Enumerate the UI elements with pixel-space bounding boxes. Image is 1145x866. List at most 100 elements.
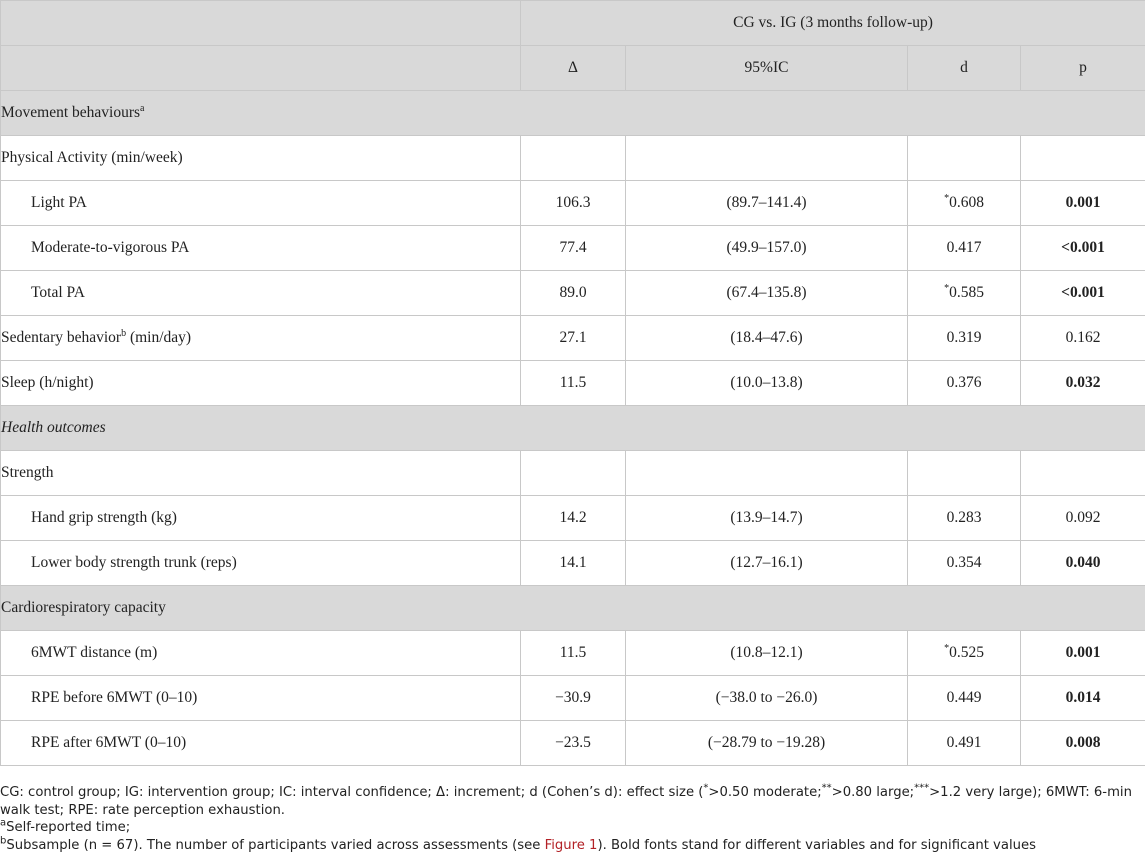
cell-d-value: 0.376 xyxy=(946,374,982,391)
cell-delta: 11.5 xyxy=(520,360,626,406)
cell-d: 0.354 xyxy=(907,540,1021,586)
header-row-group: CG vs. IG (3 months follow-up) xyxy=(0,0,1145,46)
row-label-text: 6MWT distance (m) xyxy=(31,644,158,661)
cell-ci: (−28.79 to −19.28) xyxy=(625,720,908,766)
cell-ci: (−38.0 to −26.0) xyxy=(625,675,908,721)
cell-ci: (10.8–12.1) xyxy=(625,630,908,676)
section-title-text: Cardiorespiratory capacity xyxy=(1,599,166,616)
cell-ci: (89.7–141.4) xyxy=(625,180,908,226)
header-empty-cell xyxy=(0,0,521,46)
section-title-footnote-mark: a xyxy=(140,102,145,114)
row-label: Lower body strength trunk (reps) xyxy=(0,540,521,586)
cell-p: 0.162 xyxy=(1019,315,1145,361)
row-label: Total PA xyxy=(0,270,521,316)
table-row: RPE before 6MWT (0–10) −30.9 (−38.0 to −26… xyxy=(0,675,1145,721)
cell-d-value: 0.608 xyxy=(949,194,984,211)
row-label-text: Physical Activity (min/week) xyxy=(1,149,183,166)
cell-delta: 77.4 xyxy=(520,225,626,271)
cell-p: 0.001 xyxy=(1019,630,1145,676)
footnote-a: aSelf-reported time; xyxy=(0,817,131,835)
cell-ci xyxy=(625,135,908,181)
cell-delta xyxy=(520,135,626,181)
cell-d-value: 0.491 xyxy=(946,734,982,751)
figure-1-link[interactable]: Figure 1 xyxy=(545,838,598,853)
table-row: Lower body strength trunk (reps) 14.1 (12.… xyxy=(0,540,1145,586)
section-title: Movement behavioursa xyxy=(0,90,1145,136)
table-row: Total PA 89.0 (67.4–135.8) *0.585 <0.001 xyxy=(0,270,1145,316)
row-label: Light PA xyxy=(0,180,521,226)
table-row: Hand grip strength (kg) 14.2 (13.9–14.7) 0.… xyxy=(0,495,1145,541)
cell-p xyxy=(1019,135,1145,181)
cell-d-value: 0.449 xyxy=(946,689,982,706)
table-row: Sleep (h/night) 11.5 (10.0–13.8) 0.376 0.032 xyxy=(0,360,1145,406)
cell-ci: (12.7–16.1) xyxy=(625,540,908,586)
cell-ci: (67.4–135.8) xyxy=(625,270,908,316)
row-label-text: Moderate-to-vigorous PA xyxy=(31,239,190,256)
table-row: 6MWT distance (m) 11.5 (10.8–12.1) *0.525 0.… xyxy=(0,630,1145,676)
row-label-text: Hand grip strength (kg) xyxy=(31,509,177,526)
row-label-text: Strength xyxy=(1,464,54,481)
table-row: Light PA 106.3 (89.7–141.4) *0.608 0.001 xyxy=(0,180,1145,226)
footnote-b: bSubsample (n = 67). The number of parti… xyxy=(0,835,1036,853)
row-label: RPE after 6MWT (0–10) xyxy=(0,720,521,766)
table-row: Strength xyxy=(0,450,1145,496)
cell-ci: (49.9–157.0) xyxy=(625,225,908,271)
header-empty-cell xyxy=(0,45,521,91)
table-row: RPE after 6MWT (0–10) −23.5 (−28.79 to −19… xyxy=(0,720,1145,766)
cell-d: *0.525 xyxy=(907,630,1021,676)
cell-d-value: 0.283 xyxy=(946,509,982,526)
cell-d: 0.283 xyxy=(907,495,1021,541)
row-label: Physical Activity (min/week) xyxy=(0,135,521,181)
cell-delta: 106.3 xyxy=(520,180,626,226)
row-label: 6MWT distance (m) xyxy=(0,630,521,676)
cell-d xyxy=(907,135,1021,181)
section-title-text: Movement behaviours xyxy=(1,104,141,121)
row-label: RPE before 6MWT (0–10) xyxy=(0,675,521,721)
cell-delta: −23.5 xyxy=(520,720,626,766)
row-label-text: RPE after 6MWT (0–10) xyxy=(31,734,187,751)
cell-d xyxy=(907,450,1021,496)
section-title: Cardiorespiratory capacity xyxy=(0,585,1145,631)
cell-d-value: 0.354 xyxy=(946,554,982,571)
row-label: Sleep (h/night) xyxy=(0,360,521,406)
footnote-abbreviations: CG: control group; IG: intervention grou… xyxy=(0,782,1132,818)
section-title-text: Health outcomes xyxy=(1,419,106,436)
row-label-text: Sedentary behavior xyxy=(1,329,122,346)
row-label-text: Light PA xyxy=(31,194,87,211)
group-title-header: CG vs. IG (3 months follow-up) xyxy=(519,0,1145,46)
cell-p: 0.032 xyxy=(1019,360,1145,406)
cell-p: 0.008 xyxy=(1019,720,1145,766)
cell-d: *0.585 xyxy=(907,270,1021,316)
cell-d: *0.608 xyxy=(907,180,1021,226)
cell-p xyxy=(1019,450,1145,496)
row-label: Sedentary behaviorb (min/day) xyxy=(0,315,521,361)
cell-d-value: 0.585 xyxy=(949,284,984,301)
cell-d-value: 0.525 xyxy=(949,644,984,661)
cell-ci: (13.9–14.7) xyxy=(625,495,908,541)
cell-p: 0.092 xyxy=(1019,495,1145,541)
cell-d: 0.449 xyxy=(907,675,1021,721)
table-row: Sedentary behaviorb (min/day) 27.1 (18.4–4… xyxy=(0,315,1145,361)
cell-delta: 89.0 xyxy=(520,270,626,316)
cell-ci xyxy=(625,450,908,496)
column-header-ci: 95%IC xyxy=(625,45,908,91)
section-title: Health outcomes xyxy=(0,405,1145,451)
row-label-text: Total PA xyxy=(31,284,85,301)
cell-delta: 11.5 xyxy=(520,630,626,676)
table-row: Physical Activity (min/week) xyxy=(0,135,1145,181)
cell-delta xyxy=(520,450,626,496)
cell-delta: 14.1 xyxy=(520,540,626,586)
cell-ci: (10.0–13.8) xyxy=(625,360,908,406)
section-row: Cardiorespiratory capacity xyxy=(0,585,1145,631)
cell-delta: 27.1 xyxy=(520,315,626,361)
row-label-text: Sleep (h/night) xyxy=(1,374,94,391)
cell-p: <0.001 xyxy=(1019,270,1145,316)
section-row: Health outcomes xyxy=(0,405,1145,451)
cell-delta: 14.2 xyxy=(520,495,626,541)
row-label-text: Lower body strength trunk (reps) xyxy=(31,554,237,571)
cell-p: <0.001 xyxy=(1019,225,1145,271)
cell-p: 0.014 xyxy=(1019,675,1145,721)
table-row: Moderate-to-vigorous PA 77.4 (49.9–157.0) 0… xyxy=(0,225,1145,271)
cell-delta: −30.9 xyxy=(520,675,626,721)
cell-d: 0.491 xyxy=(907,720,1021,766)
